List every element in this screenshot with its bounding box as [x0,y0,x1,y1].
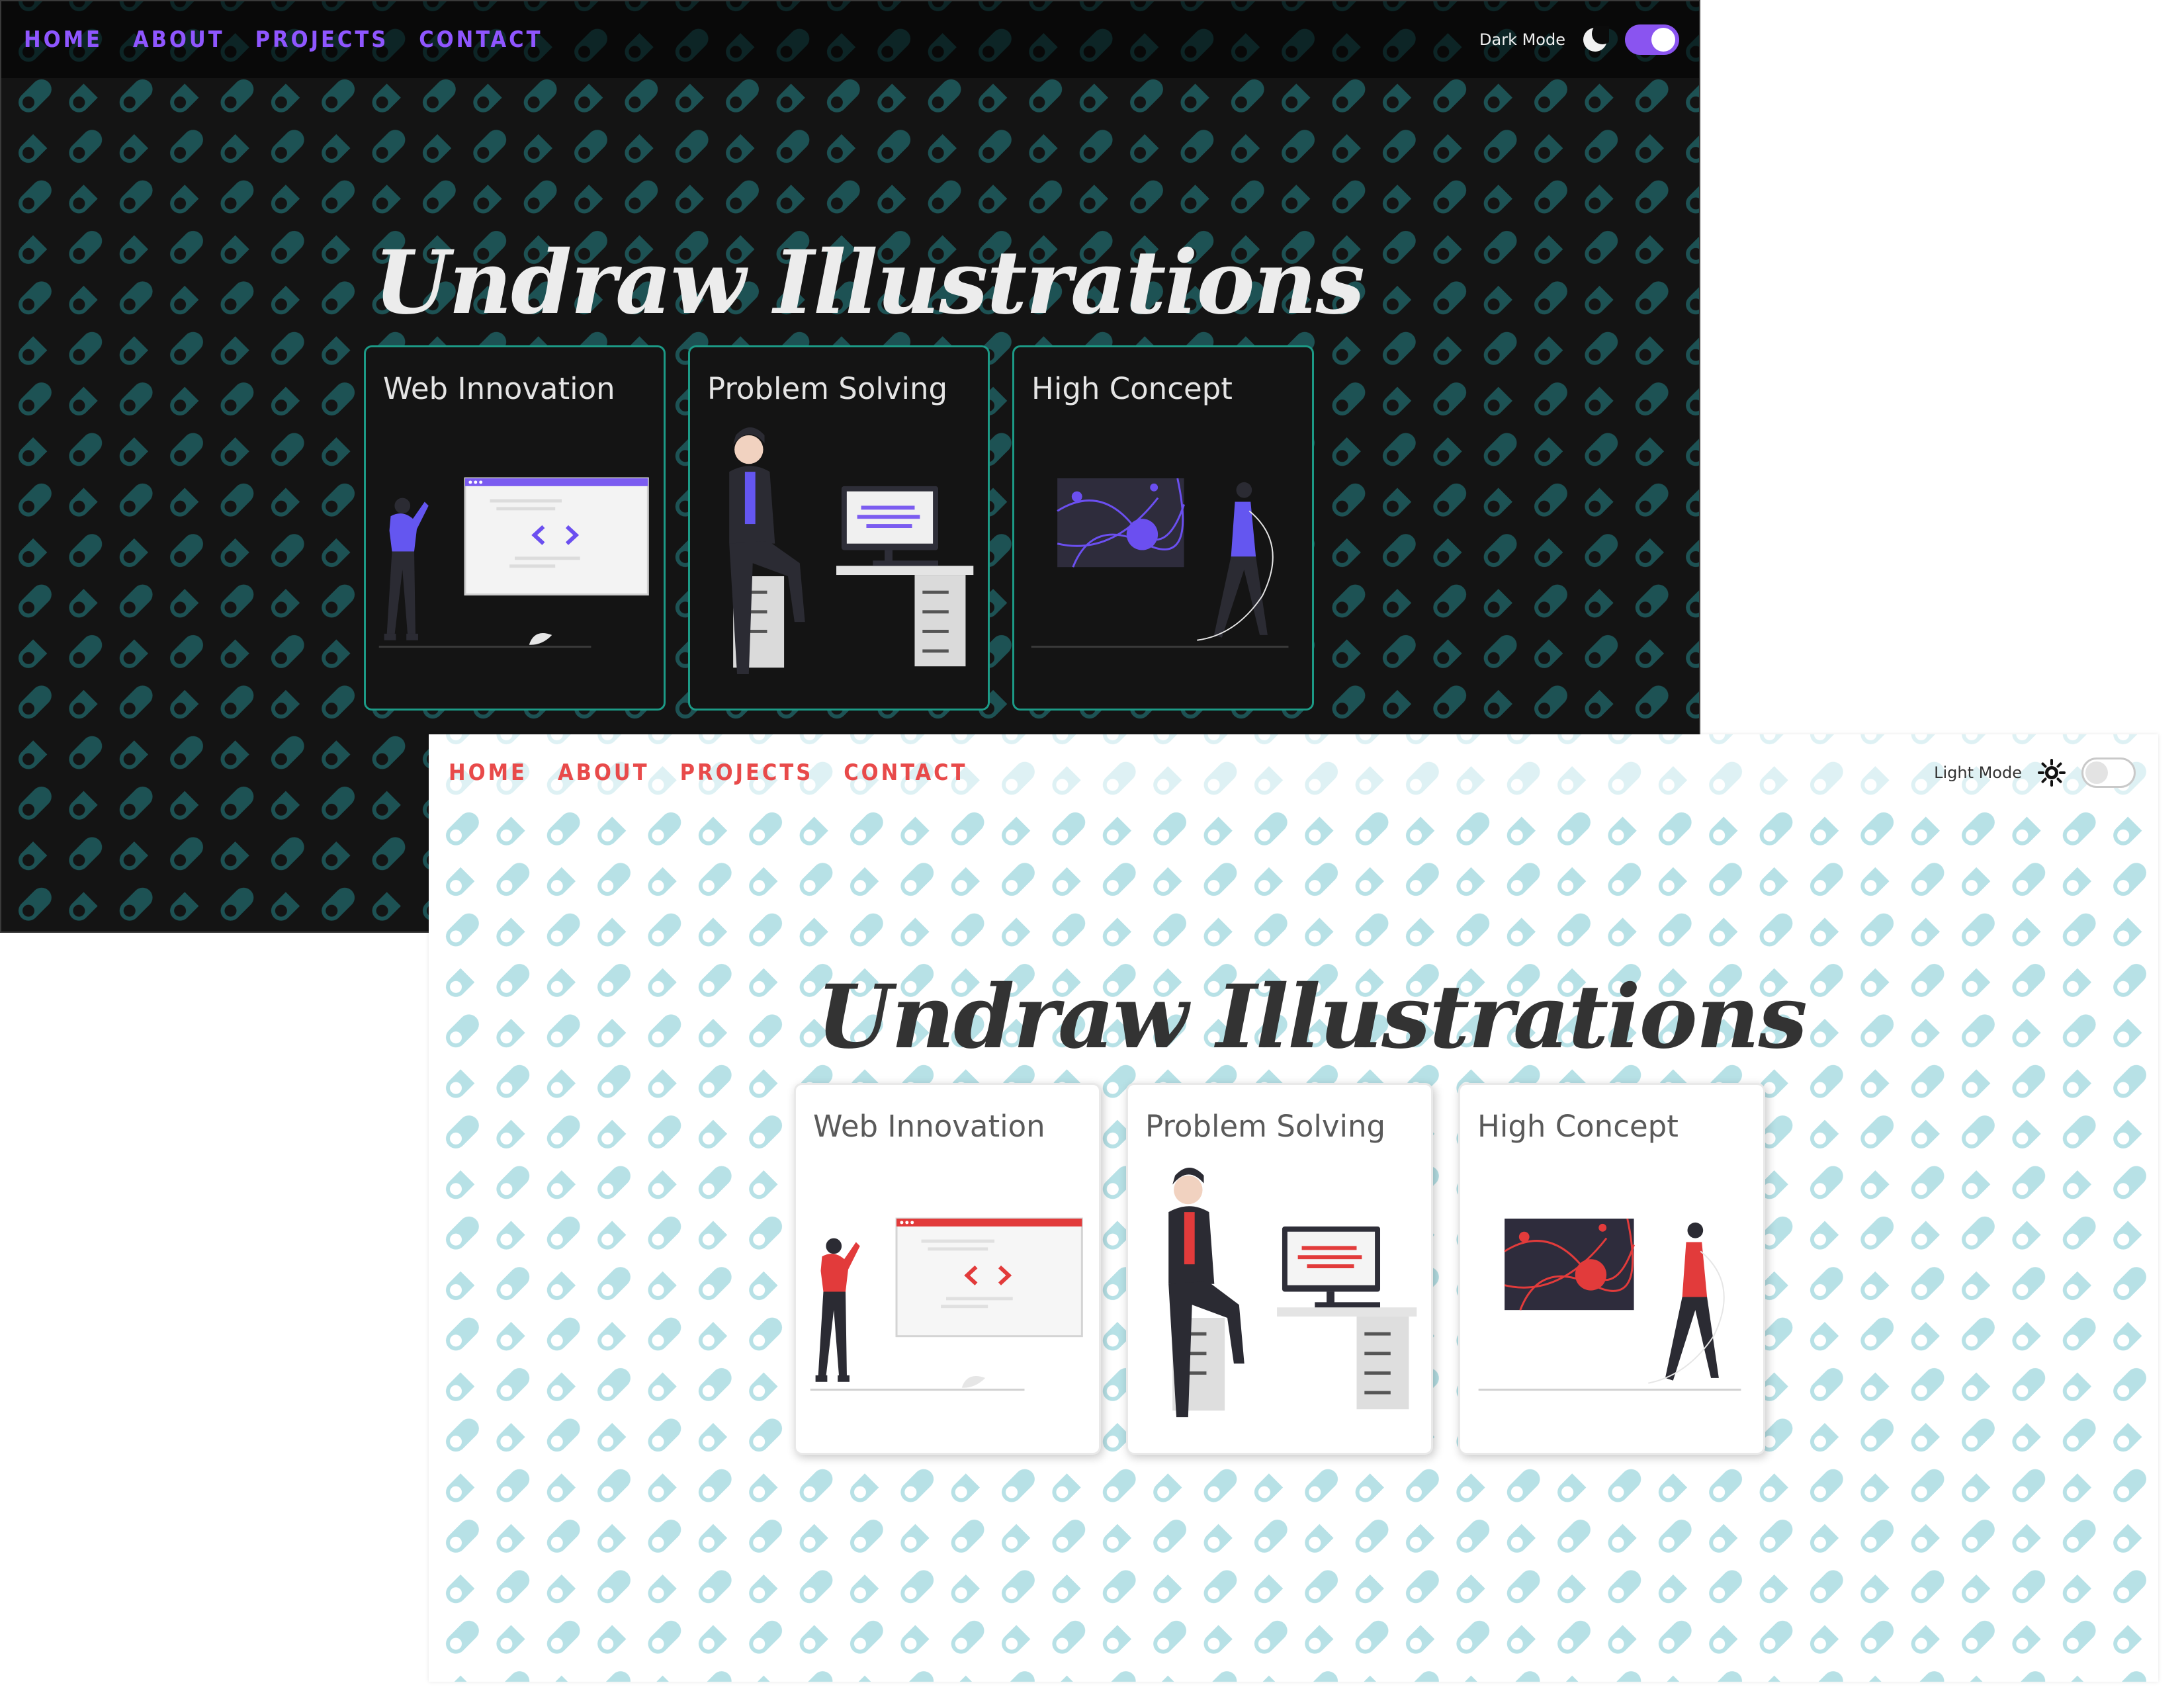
card-web-innovation[interactable]: Web Innovation [794,1083,1101,1455]
nav-links: HOME ABOUT PROJECTS CONTACT [449,759,968,786]
nav-about-link[interactable]: ABOUT [133,26,225,53]
card-problem-solving[interactable]: Problem Solving [688,345,990,711]
mode-label: Light Mode [1934,763,2022,782]
nav-home-link[interactable]: HOME [24,26,103,53]
mode-label: Dark Mode [1479,30,1565,49]
card-high-concept[interactable]: High Concept [1458,1083,1765,1455]
top-navbar: HOME ABOUT PROJECTS CONTACT Light Mode [429,734,2158,811]
walking-woman-abstract-illustration [1031,478,1289,648]
nav-home-link[interactable]: HOME [449,759,527,786]
theme-switcher: Dark Mode [1479,24,1679,55]
theme-switcher: Light Mode [1934,757,2136,788]
web-developer-illustration [810,1217,1083,1391]
card-high-concept[interactable]: High Concept [1012,345,1314,711]
nav-links: HOME ABOUT PROJECTS CONTACT [24,26,543,53]
person-at-desk-illustration [1168,1168,1417,1418]
nav-contact-link[interactable]: CONTACT [419,26,543,53]
nav-projects-link[interactable]: PROJECTS [255,26,389,53]
web-developer-illustration [378,477,649,648]
nav-contact-link[interactable]: CONTACT [844,759,967,786]
nav-about-link[interactable]: ABOUT [558,759,650,786]
theme-toggle[interactable] [2081,757,2136,788]
top-navbar: HOME ABOUT PROJECTS CONTACT Dark Mode [1,1,1699,78]
sun-icon [2038,759,2066,787]
light-mode-screenshot: HOME ABOUT PROJECTS CONTACT Light Mode U… [429,734,2158,1682]
walking-woman-abstract-illustration [1478,1218,1741,1391]
toggle-knob [2085,761,2108,784]
moon-icon [1583,26,1609,52]
toggle-knob [1651,28,1675,52]
page-title: Undraw Illustrations [374,232,1365,334]
card-web-innovation[interactable]: Web Innovation [364,345,666,711]
person-at-desk-illustration [729,427,974,675]
theme-toggle[interactable] [1625,24,1679,55]
card-problem-solving[interactable]: Problem Solving [1126,1083,1433,1455]
nav-projects-link[interactable]: PROJECTS [680,759,814,786]
page-title: Undraw Illustrations [816,966,1808,1068]
